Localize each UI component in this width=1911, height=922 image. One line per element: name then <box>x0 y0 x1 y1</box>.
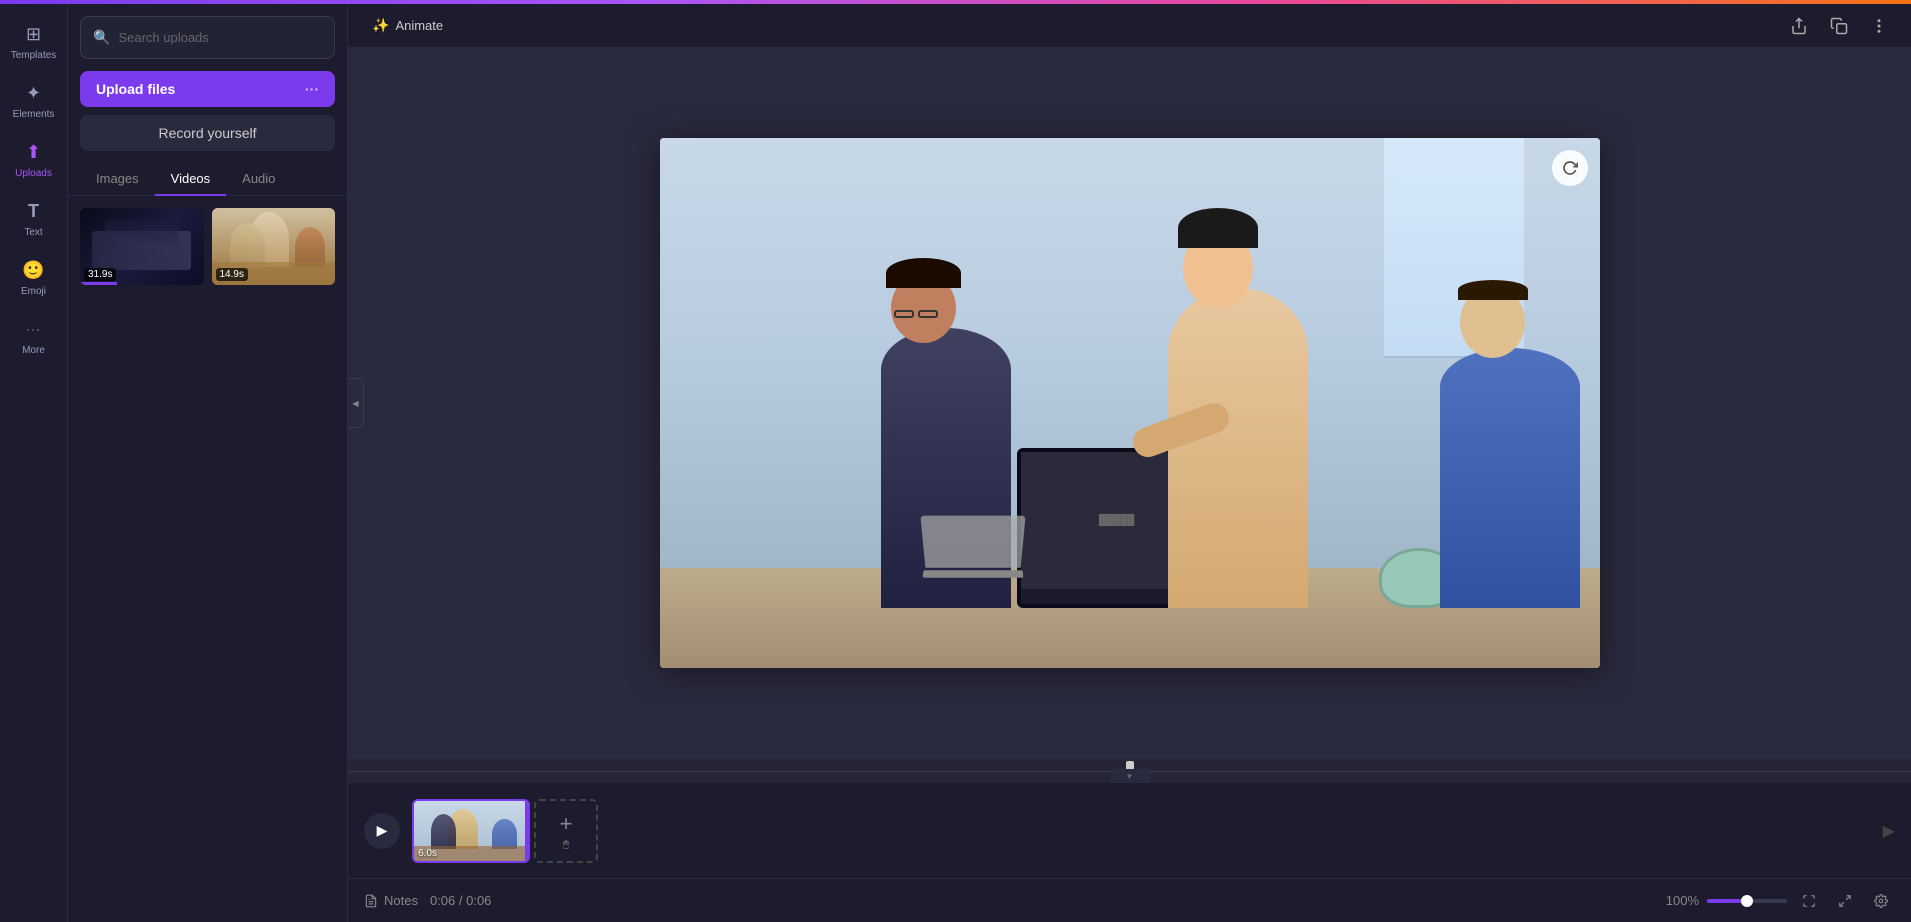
notes-label: Notes <box>384 893 418 908</box>
play-icon: ▶ <box>377 822 388 839</box>
refresh-button[interactable] <box>1552 150 1588 186</box>
fit-to-screen-icon <box>1802 894 1816 908</box>
record-yourself-button[interactable]: Record yourself <box>80 115 335 151</box>
elements-icon: ✦ <box>22 81 46 105</box>
zoom-slider[interactable] <box>1707 899 1787 903</box>
search-icon: 🔍 <box>93 29 110 46</box>
canvas-frame: █████ <box>660 138 1600 668</box>
animate-button[interactable]: ✨ Animate <box>364 13 451 38</box>
hide-panel-button[interactable]: ◀ <box>348 378 364 428</box>
timeline-area: ▼ ▶ <box>348 758 1911 878</box>
play-button[interactable]: ▶ <box>364 813 400 849</box>
refresh-icon <box>1562 160 1578 176</box>
sidebar-item-uploads[interactable]: ⬆ Uploads <box>0 130 68 189</box>
icon-sidebar: ⊞ Templates ✦ Elements ⬆ Uploads T Text … <box>0 4 68 922</box>
duplicate-button[interactable] <box>1823 10 1855 42</box>
sidebar-item-text[interactable]: T Text <box>0 189 68 248</box>
canvas-toolbar: ✨ Animate <box>348 4 1911 48</box>
more-options-button[interactable] <box>1863 10 1895 42</box>
office-scene: █████ <box>660 138 1600 668</box>
status-right: 100% <box>1666 887 1895 915</box>
text-icon: T <box>22 199 46 223</box>
share-button[interactable] <box>1783 10 1815 42</box>
search-input[interactable] <box>118 30 322 45</box>
animate-sparkle-icon: ✨ <box>372 17 389 34</box>
more-options-icon <box>1870 17 1888 35</box>
left-panel: 🔍 Upload files ··· Record yourself Image… <box>68 4 348 922</box>
timeline-clip-1[interactable]: 6.0s <box>412 799 530 863</box>
sidebar-item-label-more: More <box>22 345 45 356</box>
notes-icon <box>364 894 378 908</box>
notes-button[interactable]: Notes <box>364 893 418 908</box>
upload-more-icon: ··· <box>305 81 319 97</box>
fit-to-screen-button[interactable] <box>1795 887 1823 915</box>
collapse-icon: ▼ <box>1126 772 1134 781</box>
canvas-viewport: █████ <box>348 48 1911 758</box>
duplicate-icon <box>1830 17 1848 35</box>
hide-panel-icon: ◀ <box>352 399 358 408</box>
fullscreen-icon <box>1838 894 1852 908</box>
templates-icon: ⊞ <box>22 22 46 46</box>
tab-audio[interactable]: Audio <box>226 163 291 196</box>
sidebar-item-label-templates: Templates <box>11 50 57 61</box>
sidebar-item-elements[interactable]: ✦ Elements <box>0 71 68 130</box>
sidebar-item-label-text: Text <box>24 227 42 238</box>
settings-button[interactable] <box>1867 887 1895 915</box>
sidebar-item-label-uploads: Uploads <box>15 168 52 179</box>
scrubber-collapse-button[interactable]: ▼ <box>1110 769 1150 783</box>
add-icon: + <box>560 811 573 837</box>
media-grid: 31.9s 14.9s <box>68 196 347 297</box>
media-tabs: Images Videos Audio <box>68 163 347 196</box>
sidebar-item-more[interactable]: ··· More <box>0 307 68 366</box>
video1-duration: 31.9s <box>84 268 116 281</box>
emoji-icon: 🙂 <box>22 258 46 282</box>
sidebar-item-label-elements: Elements <box>13 109 55 120</box>
video1-progress <box>80 282 117 285</box>
upload-label: Upload files <box>96 81 175 97</box>
more-icon: ··· <box>22 317 46 341</box>
tab-videos[interactable]: Videos <box>155 163 227 196</box>
toolbar-right <box>1783 10 1895 42</box>
time-display: 0:06 / 0:06 <box>430 893 491 908</box>
clip-duration: 6.0s <box>418 848 437 859</box>
canvas-area: ✨ Animate <box>348 4 1911 922</box>
status-bar: Notes 0:06 / 0:06 100% <box>348 878 1911 922</box>
zoom-slider-handle[interactable] <box>1741 895 1753 907</box>
share-icon <box>1790 17 1808 35</box>
tab-images[interactable]: Images <box>80 163 155 196</box>
sidebar-item-label-emoji: Emoji <box>21 286 46 297</box>
upload-files-button[interactable]: Upload files ··· <box>80 71 335 107</box>
media-item-video1[interactable]: 31.9s <box>80 208 204 285</box>
search-bar: 🔍 <box>80 16 335 59</box>
timeline-content: ▶ 6.0s <box>348 783 1911 878</box>
animate-label: Animate <box>395 18 443 33</box>
video2-duration: 14.9s <box>216 268 248 281</box>
clip-end-indicator <box>525 801 528 861</box>
timeline-scrubber[interactable]: ▼ <box>348 759 1911 783</box>
add-clip-button[interactable]: + 🖱 <box>534 799 598 863</box>
uploads-icon: ⬆ <box>22 140 46 164</box>
settings-icon <box>1874 894 1888 908</box>
sidebar-item-emoji[interactable]: 🙂 Emoji <box>0 248 68 307</box>
fullscreen-button[interactable] <box>1831 887 1859 915</box>
sidebar-item-templates[interactable]: ⊞ Templates <box>0 12 68 71</box>
media-item-video2[interactable]: 14.9s <box>212 208 336 285</box>
cursor-icon: 🖱 <box>563 839 569 850</box>
zoom-level: 100% <box>1666 893 1699 908</box>
timeline-right-arrow[interactable]: ▶ <box>1883 821 1895 841</box>
timeline-clips: 6.0s + 🖱 <box>412 799 598 863</box>
